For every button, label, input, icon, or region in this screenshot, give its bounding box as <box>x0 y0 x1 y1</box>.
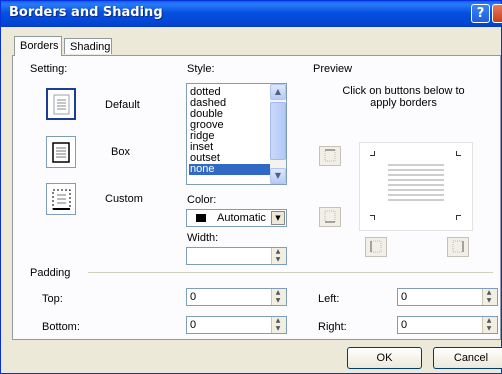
page-lines-icon <box>53 94 70 115</box>
cancel-button[interactable]: Cancel <box>433 347 502 369</box>
color-value: Automatic <box>217 212 266 224</box>
padding-left-spinner[interactable]: 0 ▲ ▼ <box>397 288 498 306</box>
width-label: Width: <box>187 232 219 244</box>
scroll-down-arrow-icon[interactable]: ▼ <box>270 168 286 184</box>
style-scrollbar[interactable]: ▲ ▼ <box>270 84 286 184</box>
padding-right-value: 0 <box>401 319 408 331</box>
custom-border-icon <box>52 189 71 210</box>
padding-top-value: 0 <box>190 291 197 303</box>
padding-right-up-arrow-icon[interactable]: ▲ <box>485 318 493 324</box>
setting-custom-button[interactable] <box>46 183 76 215</box>
width-down-arrow-icon[interactable]: ▼ <box>274 257 282 263</box>
padding-bottom-label: Bottom: <box>42 321 80 333</box>
padding-top-up-arrow-icon[interactable]: ▲ <box>274 290 282 296</box>
ok-button[interactable]: OK <box>347 347 422 369</box>
window-title: Borders and Shading <box>9 5 163 20</box>
style-listbox[interactable]: dotted dashed double groove ridge inset … <box>186 83 287 185</box>
preview-label: Preview <box>313 63 353 75</box>
padding-top-spinner[interactable]: 0 ▲ ▼ <box>186 288 287 306</box>
scroll-up-arrow-icon[interactable]: ▲ <box>270 84 286 100</box>
padding-separator <box>88 272 493 273</box>
color-label: Color: <box>187 194 217 206</box>
padding-right-label: Right: <box>318 321 347 333</box>
box-border-icon <box>52 142 70 163</box>
width-up-arrow-icon[interactable]: ▲ <box>274 249 282 255</box>
tab-shading[interactable]: Shading <box>64 38 112 54</box>
padding-bottom-up-arrow-icon[interactable]: ▲ <box>274 318 282 324</box>
padding-bottom-down-arrow-icon[interactable]: ▼ <box>274 326 282 332</box>
close-button[interactable] <box>492 4 502 23</box>
padding-left-down-arrow-icon[interactable]: ▼ <box>485 298 493 304</box>
padding-top-down-arrow-icon[interactable]: ▼ <box>274 298 282 304</box>
left-border-button[interactable] <box>365 237 387 257</box>
top-border-icon <box>324 149 336 162</box>
tab-borders[interactable]: Borders <box>14 36 62 56</box>
color-swatch <box>196 214 206 222</box>
help-button[interactable]: ? <box>471 4 490 23</box>
setting-box-label: Box <box>111 146 130 158</box>
padding-bottom-value: 0 <box>190 319 197 331</box>
padding-left-value: 0 <box>401 291 408 303</box>
setting-box-button[interactable] <box>46 136 76 168</box>
padding-label: Padding <box>30 267 71 279</box>
width-spinner[interactable]: ▲ ▼ <box>186 247 287 265</box>
borders-and-shading-dialog: Borders and Shading ? Borders Shading Se… <box>0 0 502 374</box>
preview-text-lines <box>388 164 444 201</box>
right-border-icon <box>452 240 464 253</box>
chevron-down-icon[interactable]: ▼ <box>271 211 285 225</box>
padding-left-up-arrow-icon[interactable]: ▲ <box>485 290 493 296</box>
preview-area[interactable] <box>359 142 473 231</box>
top-border-button[interactable] <box>319 146 341 166</box>
style-option-none[interactable]: none <box>189 164 272 175</box>
padding-right-spinner[interactable]: 0 ▲ ▼ <box>397 316 498 334</box>
right-border-button[interactable] <box>447 237 469 257</box>
padding-bottom-spinner[interactable]: 0 ▲ ▼ <box>186 316 287 334</box>
left-border-icon <box>370 240 382 253</box>
padding-left-label: Left: <box>318 293 340 305</box>
style-label: Style: <box>187 63 215 75</box>
scroll-thumb[interactable] <box>270 102 286 160</box>
setting-custom-label: Custom <box>105 193 143 205</box>
setting-label: Setting: <box>30 63 68 75</box>
preview-instructions: Click on buttons below to apply borders <box>342 85 465 109</box>
padding-right-down-arrow-icon[interactable]: ▼ <box>485 326 493 332</box>
title-bar[interactable]: Borders and Shading ? <box>1 1 502 27</box>
setting-default-label: Default <box>105 99 140 111</box>
padding-top-label: Top: <box>42 293 63 305</box>
setting-default-button[interactable] <box>46 88 76 120</box>
bottom-border-icon <box>324 210 336 223</box>
bottom-border-button[interactable] <box>319 207 341 227</box>
color-dropdown[interactable]: Automatic ▼ <box>186 209 287 227</box>
